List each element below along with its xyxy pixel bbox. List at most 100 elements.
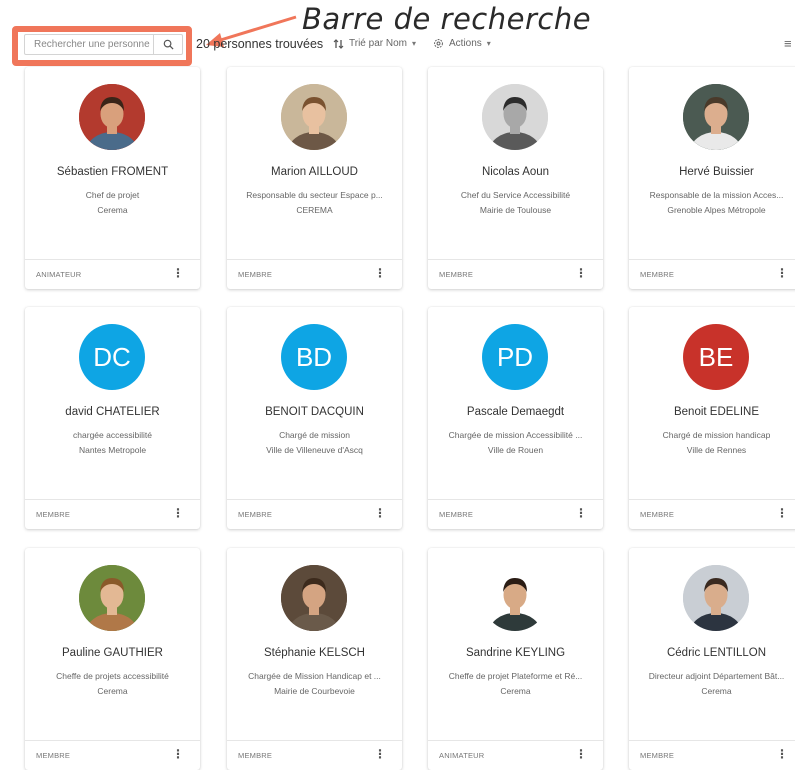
actions-dropdown[interactable]: Actions ▾	[433, 38, 491, 49]
role-label: MEMBRE	[238, 510, 273, 519]
person-title: Chargé de mission handicap	[662, 430, 771, 440]
person-photo-icon	[281, 565, 347, 631]
person-card[interactable]: BD BENOIT DACQUIN Chargé de mission Ville d…	[227, 307, 402, 529]
role-label: MEMBRE	[439, 270, 474, 279]
person-name: Sébastien FROMENT	[56, 166, 169, 178]
actions-label: Actions	[449, 38, 482, 49]
more-options-icon[interactable]: ⋮	[172, 267, 184, 279]
more-options-icon[interactable]: ⋮	[374, 267, 386, 279]
more-options-icon[interactable]: ⋮	[575, 748, 587, 760]
avatar-photo	[79, 84, 145, 150]
card-footer: ANIMATEUR ⋮	[428, 740, 603, 770]
person-photo-icon	[683, 84, 749, 150]
person-title: Chargée de Mission Handicap et ...	[248, 671, 381, 681]
card-footer: ANIMATEUR ⋮	[25, 259, 200, 289]
person-title: Chargé de mission	[279, 430, 350, 440]
person-photo-icon	[79, 84, 145, 150]
person-card[interactable]: PD Pascale Demaegdt Chargée de mission Acc…	[428, 307, 603, 529]
sort-dropdown[interactable]: Trié par Nom ▾	[333, 38, 416, 49]
person-name: Cédric LENTILLON	[666, 647, 767, 659]
person-organization: Ville de Rennes	[686, 445, 747, 455]
person-organization: CEREMA	[296, 205, 333, 215]
person-name: Marion AILLOUD	[271, 166, 358, 178]
person-title: Chef du Service Accessibilité	[460, 190, 571, 200]
person-organization: Cerema	[97, 686, 128, 696]
avatar-photo	[281, 84, 347, 150]
role-label: MEMBRE	[640, 751, 675, 760]
role-label: MEMBRE	[640, 510, 675, 519]
person-card[interactable]: BE Benoit EDELINE Chargé de mission handic…	[629, 307, 795, 529]
person-card[interactable]: Nicolas Aoun Chef du Service Accessibilit…	[428, 67, 603, 289]
person-card[interactable]: Stéphanie KELSCH Chargée de Mission Handi…	[227, 548, 402, 770]
avatar-initials-text: DC	[93, 341, 131, 372]
person-card[interactable]: Pauline GAUTHIER Cheffe de projets access…	[25, 548, 200, 770]
person-card[interactable]: DC david CHATELIER chargée accessibilité Na…	[25, 307, 200, 529]
more-options-icon[interactable]: ⋮	[374, 507, 386, 519]
card-footer: MEMBRE ⋮	[25, 499, 200, 529]
avatar-initials: BD	[281, 324, 347, 390]
avatar-initials: BE	[683, 324, 749, 390]
person-title: Chargée de mission Accessibilité ...	[448, 430, 583, 440]
person-title: chargée accessibilité	[73, 430, 152, 440]
avatar-photo	[482, 565, 548, 631]
menu-icon[interactable]: ≡	[784, 36, 792, 51]
avatar-initials-text: BD	[295, 341, 333, 372]
person-card[interactable]: Cédric LENTILLON Directeur adjoint Départ…	[629, 548, 795, 770]
role-label: MEMBRE	[36, 751, 71, 760]
role-label: ANIMATEUR	[439, 751, 485, 760]
person-name: Stéphanie KELSCH	[263, 647, 365, 659]
person-photo-icon	[281, 84, 347, 150]
more-options-icon[interactable]: ⋮	[776, 507, 788, 519]
role-label: MEMBRE	[238, 751, 273, 760]
person-organization: Mairie de Courbevoie	[274, 686, 355, 696]
person-photo-icon	[482, 84, 548, 150]
avatar-photo	[683, 84, 749, 150]
more-options-icon[interactable]: ⋮	[776, 267, 788, 279]
result-count: 20 personnes trouvées	[196, 37, 324, 51]
more-options-icon[interactable]: ⋮	[776, 748, 788, 760]
card-footer: MEMBRE ⋮	[227, 740, 402, 770]
person-name: BENOIT DACQUIN	[265, 406, 364, 418]
role-label: MEMBRE	[36, 510, 71, 519]
person-title: Cheffe de projets accessibilité	[56, 671, 169, 681]
person-organization: Cerema	[500, 686, 531, 696]
person-organization: Ville de Rouen	[487, 445, 544, 455]
person-title: Cheffe de projet Plateforme et Ré...	[448, 671, 583, 681]
more-options-icon[interactable]: ⋮	[374, 748, 386, 760]
person-title: Responsable de la mission Acces...	[649, 190, 784, 200]
avatar-photo	[482, 84, 548, 150]
sort-icon	[333, 38, 344, 49]
card-footer: MEMBRE ⋮	[25, 740, 200, 770]
chevron-down-icon: ▾	[411, 39, 416, 48]
person-name: Pascale Demaegdt	[466, 406, 565, 418]
annotation-title: Barre de recherche	[302, 2, 592, 36]
card-footer: MEMBRE ⋮	[227, 259, 402, 289]
person-title: Responsable du secteur Espace p...	[246, 190, 383, 200]
card-footer: MEMBRE ⋮	[428, 499, 603, 529]
person-photo-icon	[683, 565, 749, 631]
person-card[interactable]: Sébastien FROMENT Chef de projet Cerema ANI…	[25, 67, 200, 289]
more-options-icon[interactable]: ⋮	[575, 507, 587, 519]
person-organization: Grenoble Alpes Métropole	[667, 205, 766, 215]
person-card[interactable]: Marion AILLOUD Responsable du secteur Esp…	[227, 67, 402, 289]
person-title: Chef de projet	[85, 190, 140, 200]
card-footer: MEMBRE ⋮	[629, 740, 795, 770]
more-options-icon[interactable]: ⋮	[172, 748, 184, 760]
role-label: ANIMATEUR	[36, 270, 82, 279]
chevron-down-icon: ▾	[486, 39, 491, 48]
person-organization: Cerema	[97, 205, 128, 215]
role-label: MEMBRE	[238, 270, 273, 279]
person-name: Benoit EDELINE	[673, 406, 759, 418]
person-photo-icon	[482, 565, 548, 631]
card-footer: MEMBRE ⋮	[629, 259, 795, 289]
avatar-photo	[79, 565, 145, 631]
more-options-icon[interactable]: ⋮	[172, 507, 184, 519]
more-options-icon[interactable]: ⋮	[575, 267, 587, 279]
person-card[interactable]: Hervé Buissier Responsable de la mission …	[629, 67, 795, 289]
role-label: MEMBRE	[640, 270, 675, 279]
avatar-initials: DC	[79, 324, 145, 390]
avatar-initials: PD	[482, 324, 548, 390]
person-name: Pauline GAUTHIER	[62, 647, 163, 659]
person-organization: Nantes Metropole	[78, 445, 147, 455]
person-card[interactable]: Sandrine KEYLING Cheffe de projet Platefo…	[428, 548, 603, 770]
